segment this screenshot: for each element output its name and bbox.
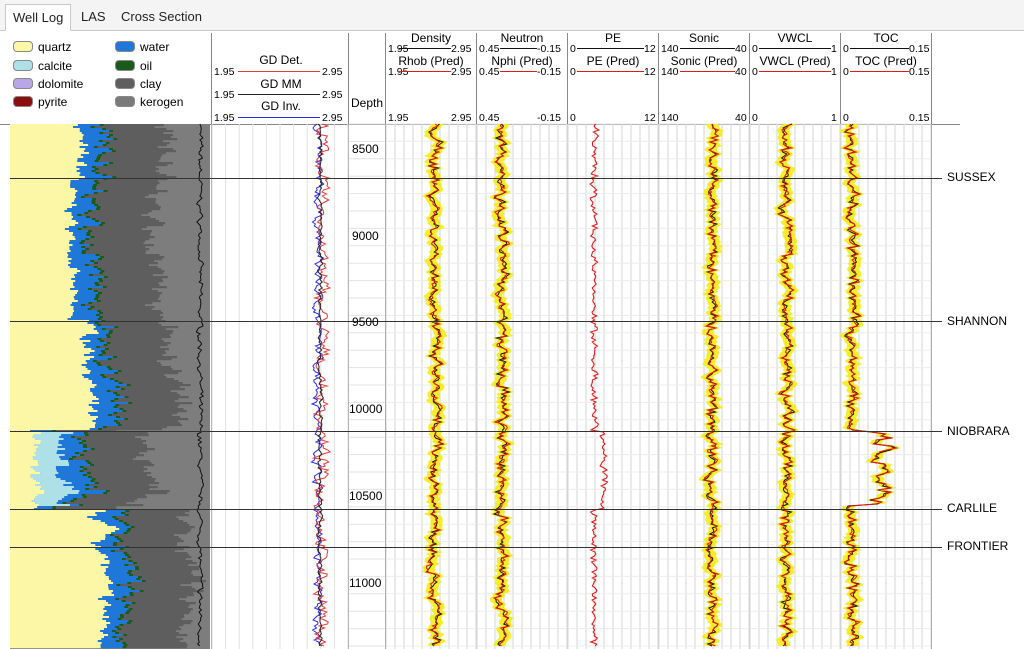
depth-label: 9000 [352,229,379,243]
log-track-sonic [658,123,750,649]
depth-label: 11000 [349,576,382,590]
log-track-vwcl [749,123,841,649]
log-track-density [385,123,477,649]
depth-label: 10000 [349,402,383,416]
lithology-track [10,124,210,649]
gd-track [211,123,349,649]
depth-label: 8500 [352,142,379,156]
log-track-neutron [476,123,568,649]
depth-label: 10500 [349,489,383,503]
well-log-plot [0,33,960,649]
log-track-pe [567,123,659,649]
formation-label-shannon: SHANNON [947,314,1008,328]
depth-label: 9500 [352,315,379,329]
log-track-toc [839,123,932,649]
formation-label-frontier: FRONTIER [947,539,1009,553]
formation-label-niobrara: NIOBRARA [947,424,1010,438]
formation-label-carlile: CARLILE [947,501,998,515]
formation-label-sussex: SUSSEX [947,170,996,184]
